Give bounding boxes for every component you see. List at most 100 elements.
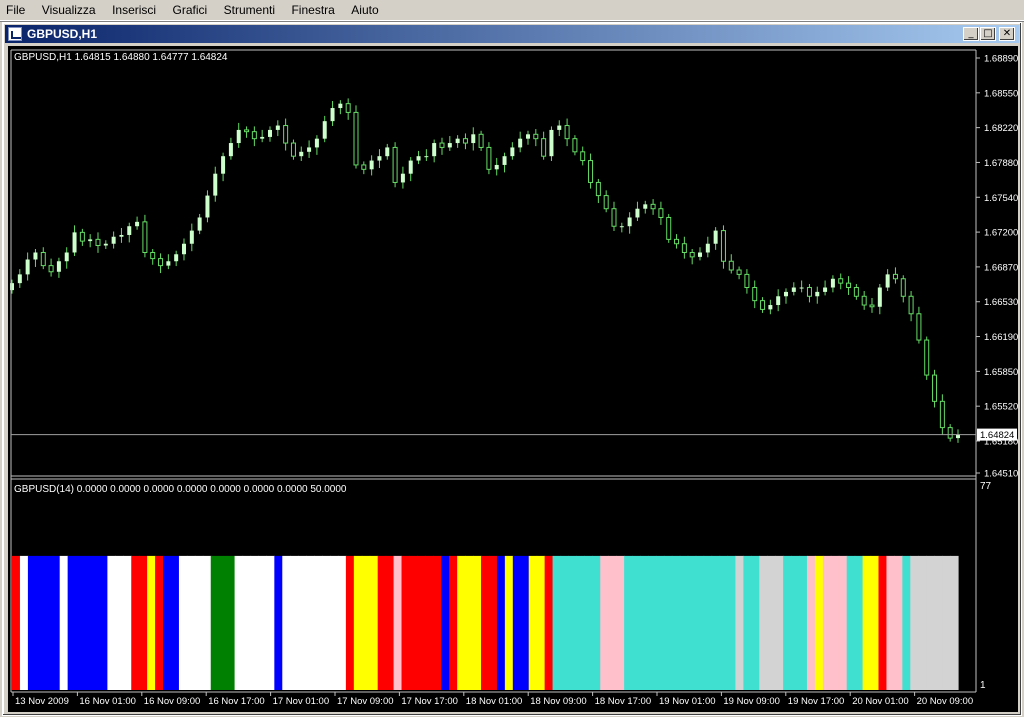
- candle-body-bear: [611, 208, 617, 227]
- candle-body-bull: [88, 239, 93, 242]
- candle-body-bear: [462, 138, 468, 144]
- time-tick-label: 17 Nov 01:00: [273, 696, 330, 707]
- candle-body-bear: [892, 273, 898, 280]
- indicator-band: [67, 555, 77, 690]
- price-tick-label: 1.67200: [984, 228, 1018, 239]
- indicator-band: [441, 555, 450, 690]
- indicator-band: [886, 555, 896, 690]
- price-tick-label: 1.67540: [984, 193, 1018, 204]
- maximize-button[interactable]: □: [980, 27, 996, 41]
- candle-body-bull: [338, 103, 343, 109]
- candle-body-bear: [580, 151, 586, 162]
- candle-body-bull: [205, 195, 210, 218]
- candle-body-bull: [330, 108, 335, 122]
- candle-body-bull: [471, 134, 476, 144]
- indicator-band: [178, 555, 188, 690]
- price-axis: 1.68890 1.68550 1.68220 1.67880 1.67540 1.672…: [976, 54, 1018, 480]
- candle-body-bull: [182, 243, 186, 255]
- minimize-button[interactable]: _: [963, 27, 979, 41]
- time-tick-label: 19 Nov 01:00: [659, 696, 716, 707]
- indicator-band: [433, 555, 442, 690]
- chart-area[interactable]: 1.68890 1.68550 1.68220 1.67880 1.67540 1.672…: [8, 46, 1018, 712]
- indicator-band: [910, 555, 919, 690]
- candle-body-bull: [174, 254, 179, 262]
- candle-body-bear: [846, 282, 852, 289]
- menu-finestra[interactable]: Finestra: [285, 0, 340, 17]
- menu-strumenti[interactable]: Strumenti: [218, 0, 281, 17]
- price-tick-label: 1.65850: [984, 367, 1018, 378]
- candle-body-bull: [432, 143, 437, 157]
- candle-body-bull: [322, 121, 327, 139]
- price-tick-label: 1.68220: [984, 123, 1018, 134]
- indicator-band: [361, 555, 371, 690]
- indicator-band: [751, 555, 760, 690]
- candle-body-bull: [698, 252, 702, 257]
- indicator-band: [91, 555, 101, 690]
- candle-body-bear: [908, 295, 914, 315]
- chart-canvas[interactable]: 1.68890 1.68550 1.68220 1.67880 1.67540 1.672…: [8, 46, 1018, 712]
- indicator-band: [131, 555, 140, 690]
- time-tick-label: 13 Nov 2009: [15, 696, 69, 707]
- candle-body-bear: [674, 238, 680, 245]
- candle-body-bear: [478, 133, 484, 148]
- candle-body-bull: [510, 147, 515, 157]
- window-title: GBPUSD,H1: [27, 27, 98, 41]
- time-tick-label: 16 Nov 01:00: [79, 696, 136, 707]
- chart-window-icon: [8, 27, 22, 41]
- menu-aiuto[interactable]: Aiuto: [345, 0, 384, 17]
- price-tick-label: 1.66190: [984, 332, 1018, 343]
- indicator-band: [544, 555, 554, 690]
- indicator-band: [274, 555, 283, 690]
- candle-body-bull: [127, 226, 132, 235]
- window-titlebar[interactable]: GBPUSD,H1 _ □ ✕: [5, 25, 1019, 43]
- menu-file[interactable]: File: [0, 0, 31, 17]
- candle-body-bear: [150, 251, 156, 260]
- indicator-band: [814, 555, 824, 690]
- close-button[interactable]: ✕: [999, 27, 1015, 41]
- candle-body-bear: [736, 269, 742, 275]
- current-price-label: 1.64824: [980, 430, 1014, 441]
- candle-body-bear: [658, 208, 664, 218]
- candle-body-bull: [385, 147, 390, 157]
- indicator-band: [59, 555, 69, 690]
- candle-body-bear: [392, 146, 398, 183]
- candle-body-bear: [251, 131, 257, 140]
- indicator-band: [481, 555, 490, 690]
- candle-body-bull: [424, 156, 429, 158]
- indicator-band: [377, 555, 387, 690]
- indicator-band: [934, 555, 943, 690]
- candle-body-bear: [48, 265, 54, 273]
- candle-body-bear: [932, 374, 938, 402]
- indicator-band: [488, 555, 498, 690]
- indicator-band: [210, 555, 220, 690]
- indicator-band: [767, 555, 776, 690]
- indicator-band: [687, 555, 697, 690]
- indicator-band: [163, 555, 172, 690]
- indicator-band: [711, 555, 721, 690]
- candle-body-bull: [784, 291, 788, 297]
- indicator-band: [854, 555, 864, 690]
- candle-body-bull: [119, 234, 124, 237]
- indicator-band: [170, 555, 180, 690]
- indicator-band: [902, 555, 911, 690]
- indicator-band: [473, 555, 482, 690]
- menu-inserisci[interactable]: Inserisci: [106, 0, 162, 17]
- indicator-band: [147, 555, 156, 690]
- candle-body-bull: [713, 230, 718, 244]
- candle-body-bull: [416, 156, 421, 161]
- indicator-band: [830, 555, 840, 690]
- indicator-band: [314, 555, 323, 690]
- candle-body-bear: [290, 142, 296, 157]
- candle-body-bull: [260, 136, 265, 139]
- indicator-band: [536, 555, 546, 690]
- indicator-band: [409, 555, 419, 690]
- menu-visualizza[interactable]: Visualizza: [36, 0, 102, 17]
- candle-body-bull: [56, 261, 61, 272]
- candle-body-bull: [307, 147, 312, 152]
- candle-body-bull: [103, 243, 108, 246]
- candle-body-bull: [776, 296, 781, 306]
- time-tick-label: 18 Nov 09:00: [530, 696, 587, 707]
- indicator-band: [918, 555, 927, 690]
- menu-grafici[interactable]: Grafici: [167, 0, 214, 17]
- candle-body-bear: [439, 142, 445, 148]
